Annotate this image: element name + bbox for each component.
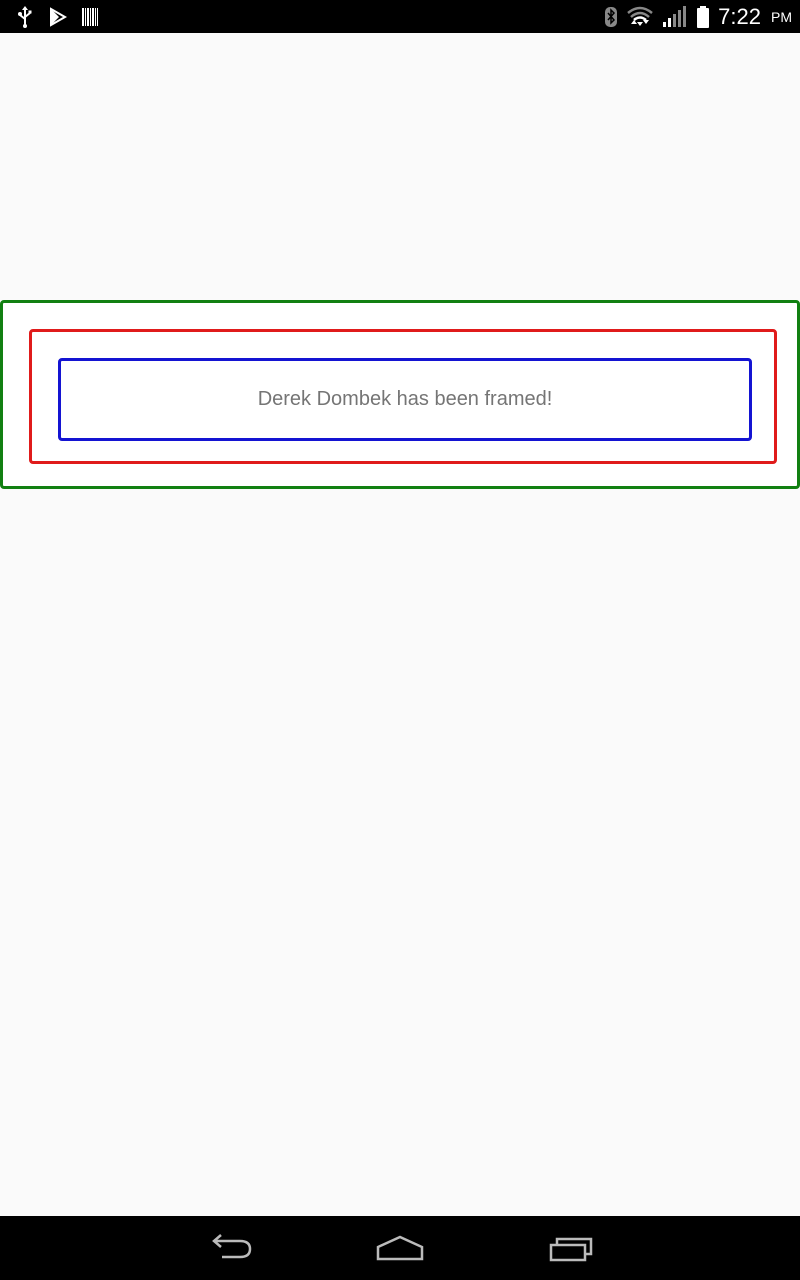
barcode-icon xyxy=(82,7,98,26)
signal-icon xyxy=(662,5,688,28)
framed-label: Derek Dombek has been framed! xyxy=(257,388,553,410)
home-icon xyxy=(374,1233,426,1263)
battery-icon xyxy=(696,5,710,28)
main-content: Derek Dombek has been framed! xyxy=(0,33,800,1216)
outer-frame: Derek Dombek has been framed! xyxy=(0,300,800,489)
inner-frame: Derek Dombek has been framed! xyxy=(58,358,752,441)
notification-icons xyxy=(16,0,98,33)
wifi-icon xyxy=(626,6,654,28)
clock-ampm: PM xyxy=(771,8,792,25)
status-bar: 7:22 PM xyxy=(0,0,800,33)
back-button[interactable] xyxy=(198,1230,262,1266)
bluetooth-icon xyxy=(604,6,618,28)
recents-button[interactable] xyxy=(538,1230,602,1266)
usb-icon xyxy=(16,5,34,28)
system-icons: 7:22 PM xyxy=(604,0,792,33)
clock-time: 7:22 xyxy=(718,3,761,29)
middle-frame: Derek Dombek has been framed! xyxy=(29,329,777,464)
recents-icon xyxy=(545,1233,595,1263)
play-store-icon xyxy=(48,6,68,27)
home-button[interactable] xyxy=(368,1230,432,1266)
navigation-bar xyxy=(0,1216,800,1280)
back-icon xyxy=(206,1233,254,1263)
